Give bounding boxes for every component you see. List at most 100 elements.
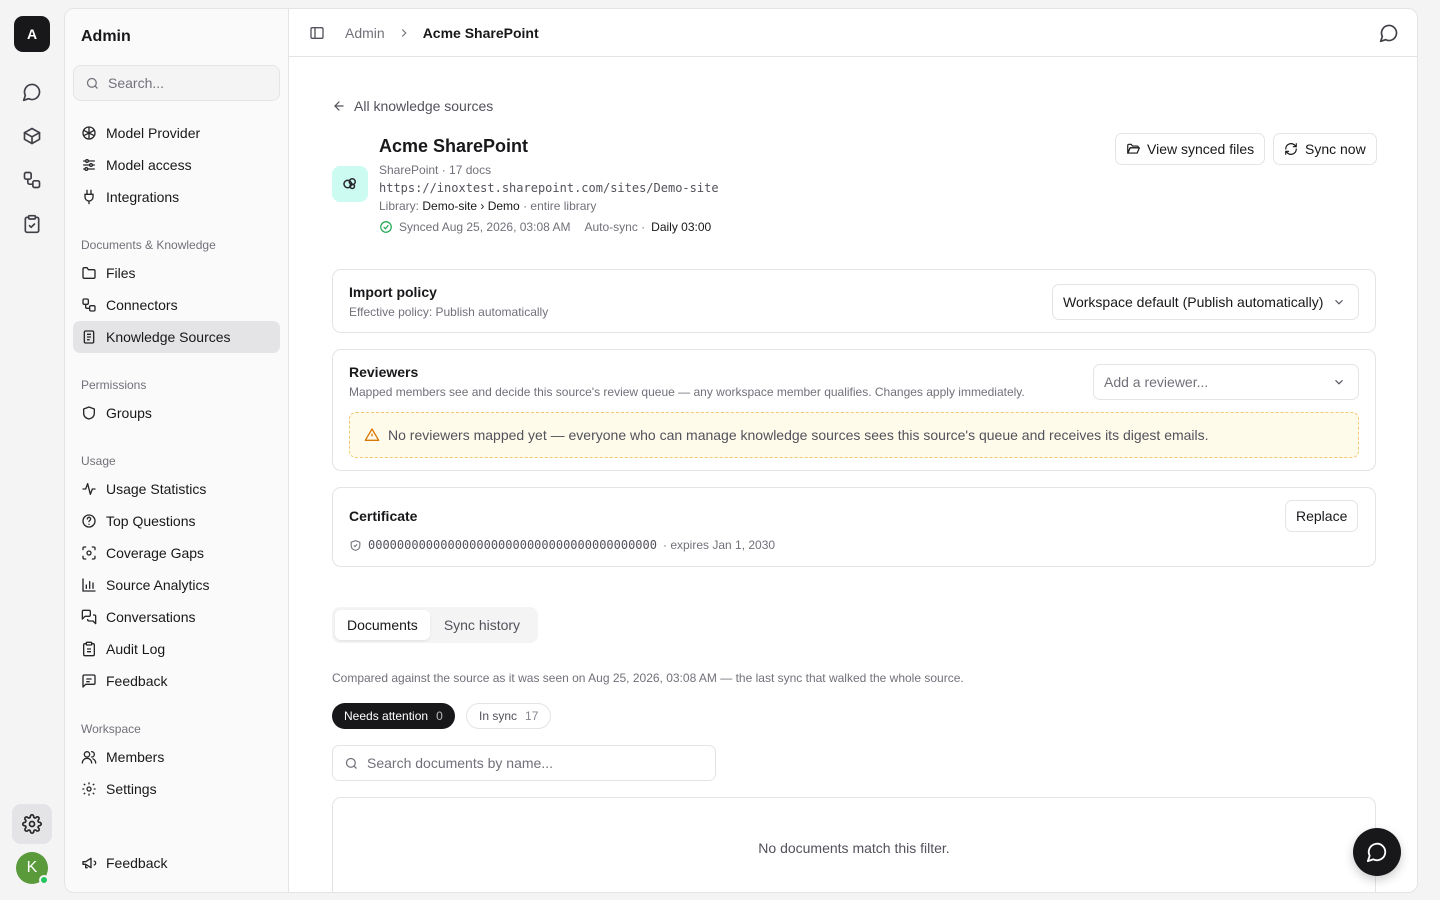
message-square-icon — [81, 673, 97, 689]
top-bar: Admin Acme SharePoint — [289, 9, 1417, 57]
chat-bubble-icon[interactable] — [1379, 23, 1399, 43]
sidebar-item-conversations[interactable]: Conversations — [73, 601, 280, 633]
question-icon — [81, 513, 97, 529]
source-url[interactable]: https://inoxtest.sharepoint.com/sites/De… — [379, 181, 719, 195]
clipboard-check-icon[interactable] — [20, 212, 44, 236]
back-link[interactable]: All knowledge sources — [332, 98, 493, 114]
import-policy-subtitle: Effective policy: Publish automatically — [349, 305, 549, 319]
main-panel: Admin Search... Model Provider Model acc… — [64, 8, 1418, 893]
sharepoint-icon — [332, 166, 368, 202]
filter-label: Needs attention — [344, 709, 429, 723]
library-suffix: · entire library — [523, 199, 597, 213]
sidebar-item-usage-statistics[interactable]: Usage Statistics — [73, 473, 280, 505]
sidebar-item-feedback[interactable]: Feedback — [73, 665, 280, 697]
chevron-down-icon — [1332, 375, 1346, 389]
arrow-left-icon — [332, 99, 346, 113]
certificate-thumbprint: 0000000000000000000000000000000000000000 — [368, 538, 657, 552]
tab-documents[interactable]: Documents — [335, 610, 430, 640]
sidebar-item-source-analytics[interactable]: Source Analytics — [73, 569, 280, 601]
search-icon — [344, 756, 359, 771]
import-policy-title: Import policy — [349, 284, 437, 300]
sidebar-footer-feedback[interactable]: Feedback — [73, 847, 280, 879]
button-label: View synced files — [1147, 141, 1255, 157]
sidebar-item-members[interactable]: Members — [73, 741, 280, 773]
users-icon — [81, 749, 97, 765]
model-provider-icon — [81, 125, 97, 141]
section-heading-usage: Usage — [81, 454, 116, 468]
import-policy-card: Import policy Effective policy: Publish … — [332, 269, 1376, 333]
sidebar-item-label: Source Analytics — [106, 577, 210, 593]
sidebar-item-label: Groups — [106, 405, 152, 421]
check-circle-icon — [379, 220, 393, 234]
sidebar-item-model-provider[interactable]: Model Provider — [73, 117, 280, 149]
button-label: Sync now — [1305, 141, 1366, 157]
sidebar-item-label: Files — [106, 265, 136, 281]
avatar-initial: K — [26, 859, 38, 876]
toggle-sidebar-icon[interactable] — [309, 25, 325, 41]
sidebar-item-model-access[interactable]: Model access — [73, 149, 280, 181]
tab-sync-history[interactable]: Sync history — [432, 610, 532, 640]
certificate-card: Certificate 0000000000000000000000000000… — [332, 487, 1376, 567]
search-icon — [85, 76, 100, 91]
synced-timestamp: Synced Aug 25, 2026, 03:08 AM — [399, 220, 571, 234]
sidebar-item-label: Members — [106, 749, 165, 765]
sidebar-item-integrations[interactable]: Integrations — [73, 181, 280, 213]
cube-icon[interactable] — [20, 124, 44, 148]
folder-icon — [81, 265, 97, 281]
sidebar-item-connectors[interactable]: Connectors — [73, 289, 280, 321]
library-prefix: Library: — [379, 199, 420, 213]
admin-settings-button[interactable] — [12, 804, 52, 844]
sidebar-item-groups[interactable]: Groups — [73, 397, 280, 429]
gear-icon — [81, 781, 97, 797]
chat-icon[interactable] — [20, 80, 44, 104]
filter-in-sync[interactable]: In sync 17 — [466, 703, 552, 729]
sidebar-search-input[interactable]: Search... — [73, 65, 280, 101]
sidebar-item-coverage-gaps[interactable]: Coverage Gaps — [73, 537, 280, 569]
workflow-icon[interactable] — [20, 168, 44, 192]
activity-icon — [81, 481, 97, 497]
sidebar-item-label: Connectors — [106, 297, 178, 313]
filter-count: 17 — [525, 709, 539, 723]
online-status-dot — [39, 875, 49, 885]
filter-count: 0 — [436, 709, 443, 723]
replace-certificate-button[interactable]: Replace — [1285, 500, 1359, 532]
sidebar-item-label: Coverage Gaps — [106, 545, 205, 561]
certificate-expiry: · expires Jan 1, 2030 — [662, 538, 776, 552]
sidebar-item-label: Audit Log — [106, 641, 166, 657]
document-tabs: Documents Sync history — [332, 607, 538, 643]
sidebar-title: Admin — [81, 28, 131, 45]
sync-now-button[interactable]: Sync now — [1273, 133, 1377, 165]
sidebar-item-top-questions[interactable]: Top Questions — [73, 505, 280, 537]
shield-icon — [81, 405, 97, 421]
empty-state-text: No documents match this filter. — [758, 840, 950, 856]
autosync-label: Auto-sync · — [584, 220, 646, 234]
warning-triangle-icon — [364, 427, 380, 443]
filter-needs-attention[interactable]: Needs attention 0 — [332, 703, 455, 729]
sidebar-item-knowledge-sources[interactable]: Knowledge Sources — [73, 321, 280, 353]
chevron-right-icon — [397, 26, 411, 40]
chat-fab-button[interactable] — [1353, 828, 1401, 876]
button-label: Replace — [1296, 508, 1348, 524]
messages-icon — [81, 609, 97, 625]
sidebar-item-files[interactable]: Files — [73, 257, 280, 289]
search-placeholder: Search... — [108, 75, 165, 91]
sidebar-item-label: Conversations — [106, 609, 196, 625]
workspace-logo[interactable]: A — [14, 16, 50, 52]
user-avatar[interactable]: K — [16, 852, 49, 885]
library-path: Demo-site › Demo — [422, 199, 520, 213]
sidebar-item-label: Integrations — [106, 189, 180, 205]
folder-open-icon — [1126, 142, 1140, 156]
section-heading-workspace: Workspace — [81, 722, 141, 736]
sidebar-item-settings[interactable]: Settings — [73, 773, 280, 805]
sidebar-item-audit-log[interactable]: Audit Log — [73, 633, 280, 665]
view-synced-files-button[interactable]: View synced files — [1115, 133, 1266, 165]
page-title: Acme SharePoint — [379, 136, 529, 156]
import-policy-select[interactable]: Workspace default (Publish automatically… — [1052, 284, 1359, 320]
document-search-input[interactable]: Search documents by name... — [332, 745, 716, 781]
add-reviewer-select[interactable]: Add a reviewer... — [1093, 364, 1359, 400]
reviewers-title: Reviewers — [349, 364, 419, 380]
compared-note: Compared against the source as it was se… — [332, 671, 964, 685]
add-reviewer-placeholder: Add a reviewer... — [1104, 374, 1209, 390]
sync-status-line: Synced Aug 25, 2026, 03:08 AM Auto-sync … — [379, 220, 711, 234]
breadcrumb-admin[interactable]: Admin — [345, 25, 385, 41]
